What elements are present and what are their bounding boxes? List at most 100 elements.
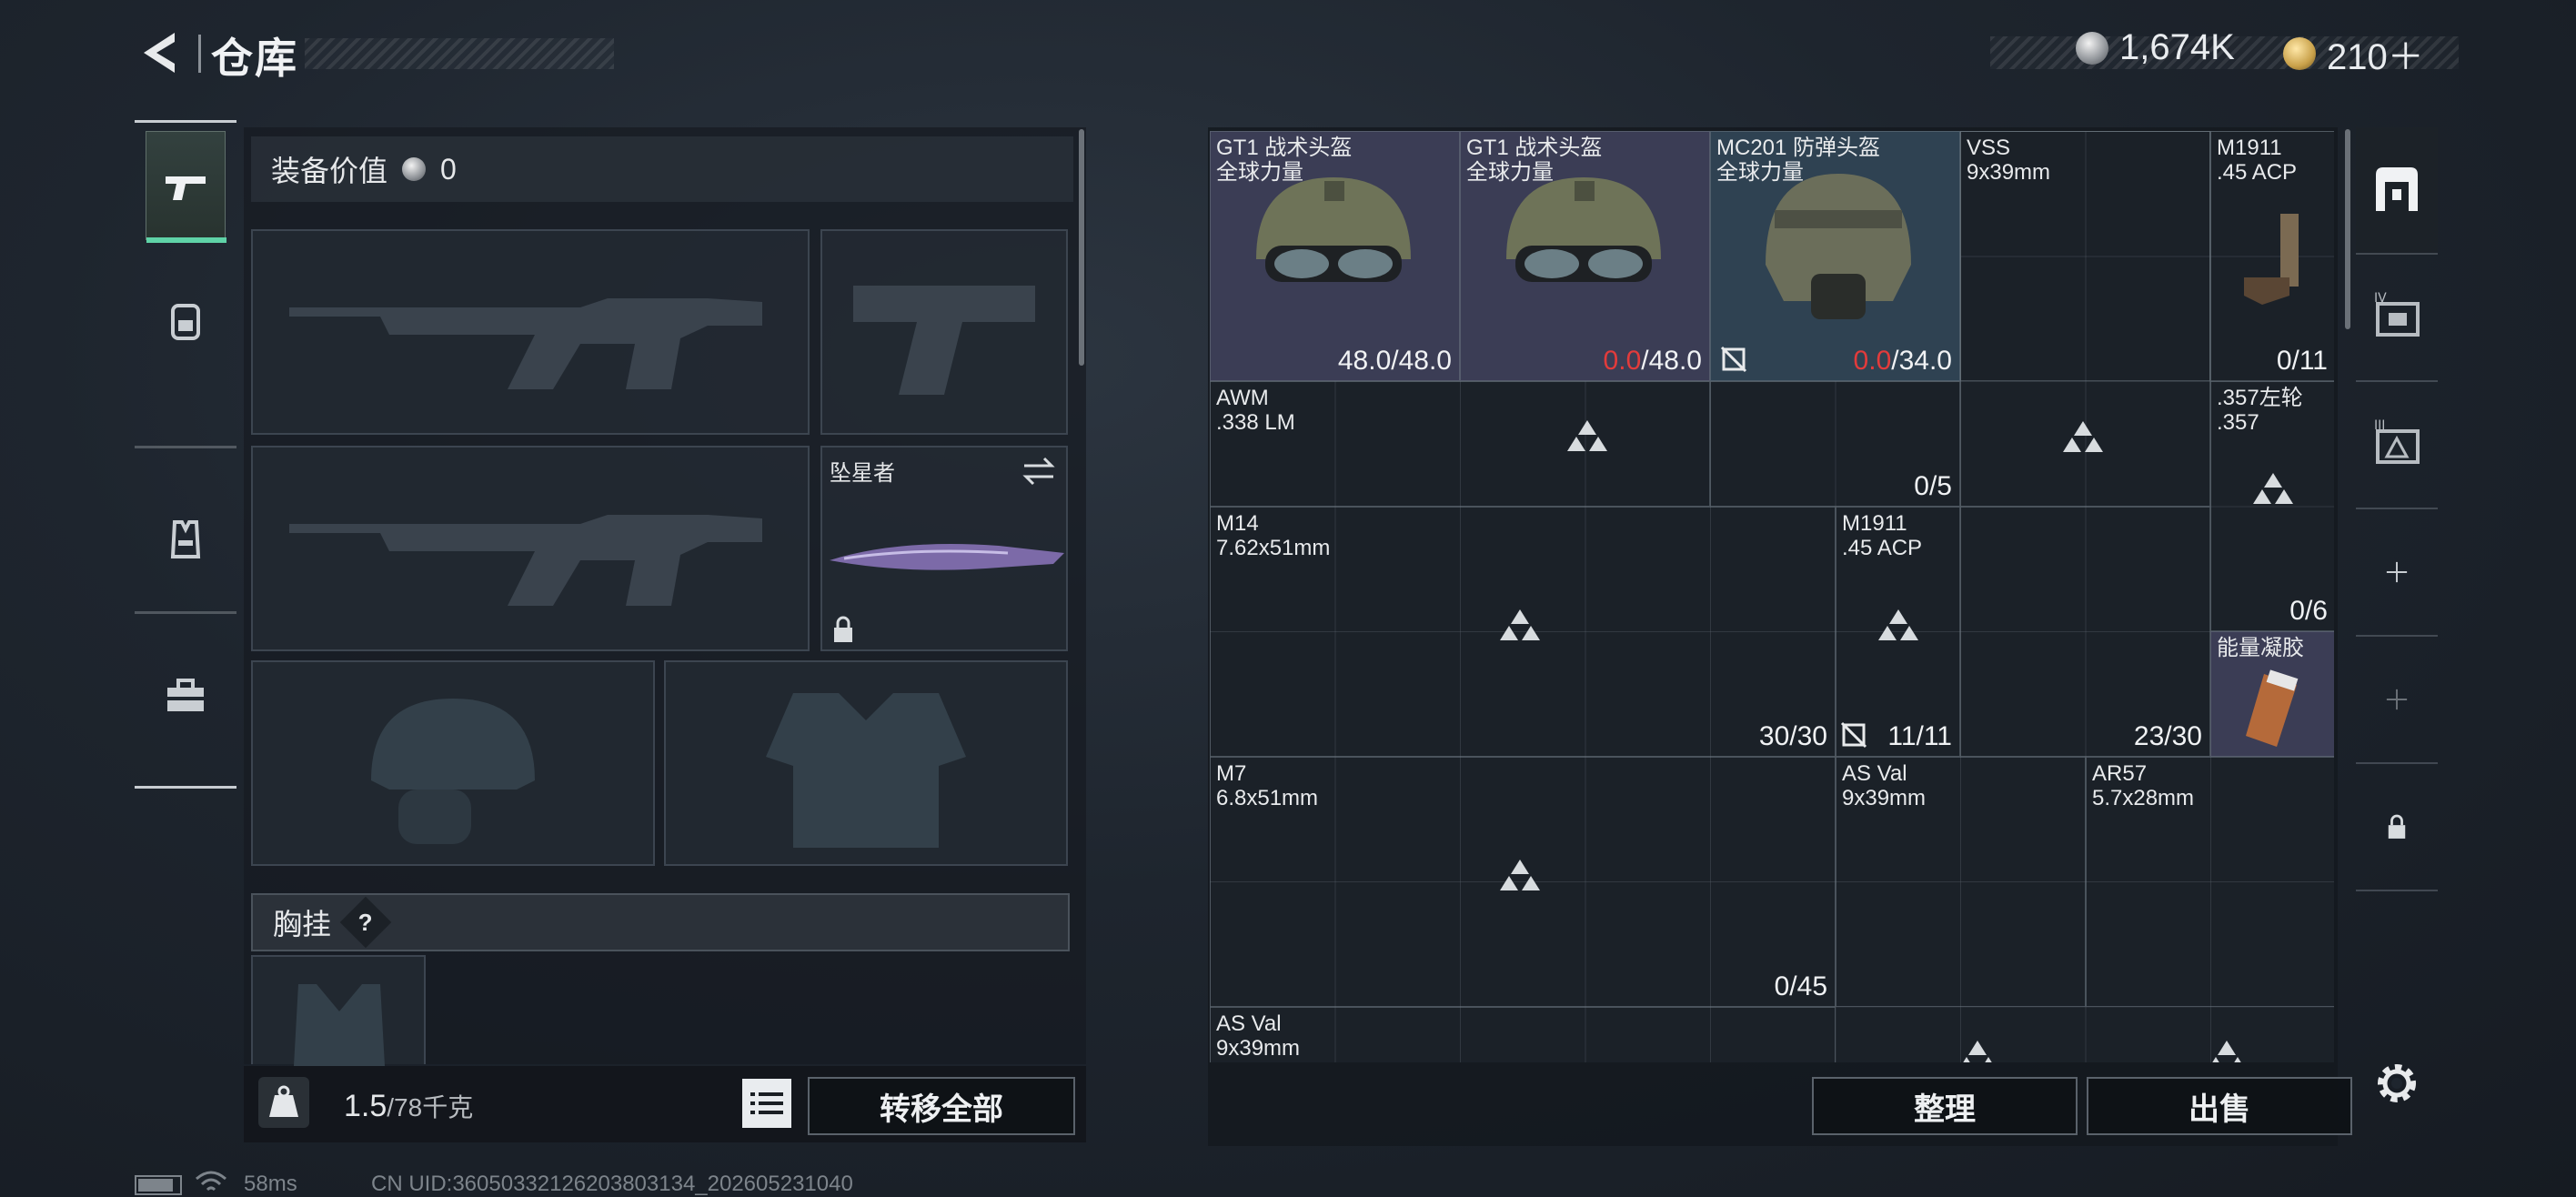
- backpack-icon: [171, 304, 200, 340]
- storage-tab-iii[interactable]: III: [2356, 382, 2438, 509]
- title-separator: [198, 35, 201, 73]
- equipment-value: 0: [440, 152, 457, 186]
- storage-tab-locked[interactable]: [2356, 764, 2438, 891]
- equipment-value-bar: 装备价值 0: [251, 136, 1073, 202]
- back-arrow-icon[interactable]: [135, 27, 186, 78]
- help-button[interactable]: ?: [339, 896, 392, 949]
- tab-backpack[interactable]: [146, 266, 226, 375]
- item-ammo-count: 0/45: [1774, 971, 1827, 1001]
- storage-tab-add-1[interactable]: [2356, 509, 2438, 637]
- weapon-placeholder-icon: [1567, 420, 1607, 451]
- equipment-scrollbar[interactable]: [1079, 129, 1084, 366]
- grid-item-vss-area[interactable]: [1960, 131, 2210, 507]
- svg-text:III: III: [2374, 418, 2385, 433]
- gold-currency[interactable]: 210＋: [2283, 27, 2424, 80]
- svg-text:IV: IV: [2374, 291, 2387, 306]
- gold-currency-value: 210＋: [2327, 37, 2424, 77]
- grid-item-energy-gel[interactable]: 能量凝胶: [2210, 631, 2334, 757]
- tab-weapons[interactable]: [146, 131, 226, 243]
- list-view-button[interactable]: [742, 1079, 791, 1128]
- energy-gel-icon: [2246, 669, 2299, 747]
- weapon-placeholder-icon: [2212, 1041, 2241, 1062]
- broken-item-icon: [1840, 721, 1867, 749]
- grid-item-m1911[interactable]: M1911 .45 ACP 0/11: [2210, 131, 2334, 381]
- storage-box-iii-icon: III: [2374, 418, 2420, 464]
- grid-item-357-revolver[interactable]: .357左轮 .357 0/6: [2210, 381, 2334, 631]
- helmet-slot[interactable]: [251, 660, 655, 866]
- storage-tab-iv[interactable]: IV: [2356, 255, 2438, 382]
- storage-tab-add-2[interactable]: [2356, 637, 2438, 764]
- chest-rig-header: 胸挂 ?: [251, 893, 1070, 951]
- gear-icon[interactable]: [2372, 1059, 2421, 1108]
- gold-coin-icon: [2283, 37, 2316, 70]
- lock-icon: [834, 616, 852, 642]
- storage-tab-main[interactable]: [2356, 127, 2438, 255]
- battery-icon: [135, 1175, 182, 1195]
- item-ammo-count: 11/11: [1887, 721, 1952, 751]
- storage-grid: GT1 战术头盔 全球力量 48.0/48.0 GT1 战术头盔 全球力量 0.…: [1210, 131, 2334, 1062]
- grid-item-as-val-2[interactable]: AS Val 9x39mm: [1210, 1007, 1836, 1062]
- item-name: GT1 战术头盔 全球力量: [1466, 136, 1603, 185]
- list-icon: [750, 1092, 783, 1114]
- item-ammo-count: 0/5: [1914, 471, 1952, 501]
- grid-item-gt1-helmet-1[interactable]: GT1 战术头盔 全球力量 48.0/48.0: [1210, 131, 1460, 381]
- grid-item-awm-ext[interactable]: 0/5: [1710, 381, 1960, 507]
- add-icon: [2386, 561, 2408, 583]
- grid-item-m1911-2[interactable]: M1911 .45 ACP 11/11: [1836, 507, 1960, 757]
- page-title: 仓库: [211, 35, 298, 82]
- item-name: GT1 战术头盔 全球力量: [1216, 136, 1353, 185]
- body-armor-slot[interactable]: [664, 660, 1068, 866]
- primary-weapon-slot-1[interactable]: [251, 229, 810, 435]
- weapon-placeholder-icon: [1500, 860, 1540, 890]
- grid-item-awm[interactable]: AWM .338 LM: [1210, 381, 1710, 507]
- melee-weapon-name: 坠星者: [830, 461, 895, 486]
- swap-icon[interactable]: [1021, 455, 1057, 488]
- storage-box-iv-icon: IV: [2374, 291, 2420, 337]
- combat-knife-icon: [830, 544, 1064, 570]
- body-armor-silhouette-icon: [766, 693, 966, 848]
- grid-item-unnamed-mag[interactable]: 23/30: [1960, 507, 2210, 757]
- grid-item-m14[interactable]: M14 7.62x51mm 30/30: [1210, 507, 1836, 757]
- storage-scrollbar[interactable]: [2345, 129, 2350, 329]
- grid-item-as-val[interactable]: AS Val 9x39mm: [1836, 757, 2086, 1007]
- carry-weight-value: 1.5: [344, 1089, 387, 1123]
- primary-weapon-slot-2[interactable]: [251, 446, 810, 651]
- pistol-icon: [2244, 214, 2299, 305]
- item-name: M1911 .45 ACP: [2217, 136, 2298, 185]
- tab-vest[interactable]: [146, 484, 226, 593]
- item-name: .357左轮 .357: [2217, 386, 2303, 435]
- grid-item-ar57[interactable]: AR57 5.7x28mm: [2086, 757, 2334, 1007]
- ping: 58ms: [244, 1172, 297, 1196]
- grid-item-mc201-helmet[interactable]: MC201 防弹头盔 全球力量 0.0/34.0: [1710, 131, 1960, 381]
- item-ammo-count: 23/30: [2133, 721, 2202, 751]
- transfer-all-button[interactable]: 转移全部: [808, 1077, 1075, 1135]
- melee-weapon-slot[interactable]: 坠星者: [820, 446, 1068, 651]
- secondary-weapon-slot[interactable]: [820, 229, 1068, 435]
- item-name: 能量凝胶: [2217, 636, 2304, 660]
- item-name: AS Val 9x39mm: [1216, 1011, 1301, 1061]
- left-category-tabs: [135, 120, 236, 793]
- sort-button[interactable]: 整理: [1812, 1077, 2078, 1135]
- lock-icon: [2388, 814, 2406, 839]
- weapon-placeholder-icon: [1878, 609, 1918, 640]
- weapon-placeholder-icon: [1963, 1041, 1992, 1062]
- silver-currency[interactable]: 1,674K: [2076, 27, 2235, 68]
- tab-toolbox[interactable]: [146, 642, 226, 751]
- grid-item-gt1-helmet-2[interactable]: GT1 战术头盔 全球力量 0.0/48.0: [1460, 131, 1710, 381]
- silver-coin-icon: [402, 157, 427, 181]
- chest-rig-silhouette-icon: [294, 984, 385, 1066]
- equipment-value-label: 装备价值: [271, 155, 388, 187]
- grid-item-m7[interactable]: M7 6.8x51mm 0/45: [1210, 757, 1836, 1007]
- chest-rig-slot[interactable]: [251, 955, 426, 1066]
- item-name: M1911 .45 ACP: [1842, 511, 1923, 560]
- pistol-silhouette-icon: [853, 286, 1035, 395]
- item-durability: 48.0/48.0: [1337, 346, 1452, 376]
- item-durability: 0.0/34.0: [1853, 346, 1952, 376]
- sell-button[interactable]: 出售: [2087, 1077, 2352, 1135]
- rifle-silhouette-icon: [289, 515, 762, 606]
- broken-item-icon: [1720, 346, 1747, 373]
- help-icon: ?: [358, 908, 373, 936]
- silver-currency-value: 1,674K: [2119, 27, 2235, 67]
- item-name: M14 7.62x51mm: [1216, 511, 1331, 560]
- tab-divider: [135, 120, 236, 123]
